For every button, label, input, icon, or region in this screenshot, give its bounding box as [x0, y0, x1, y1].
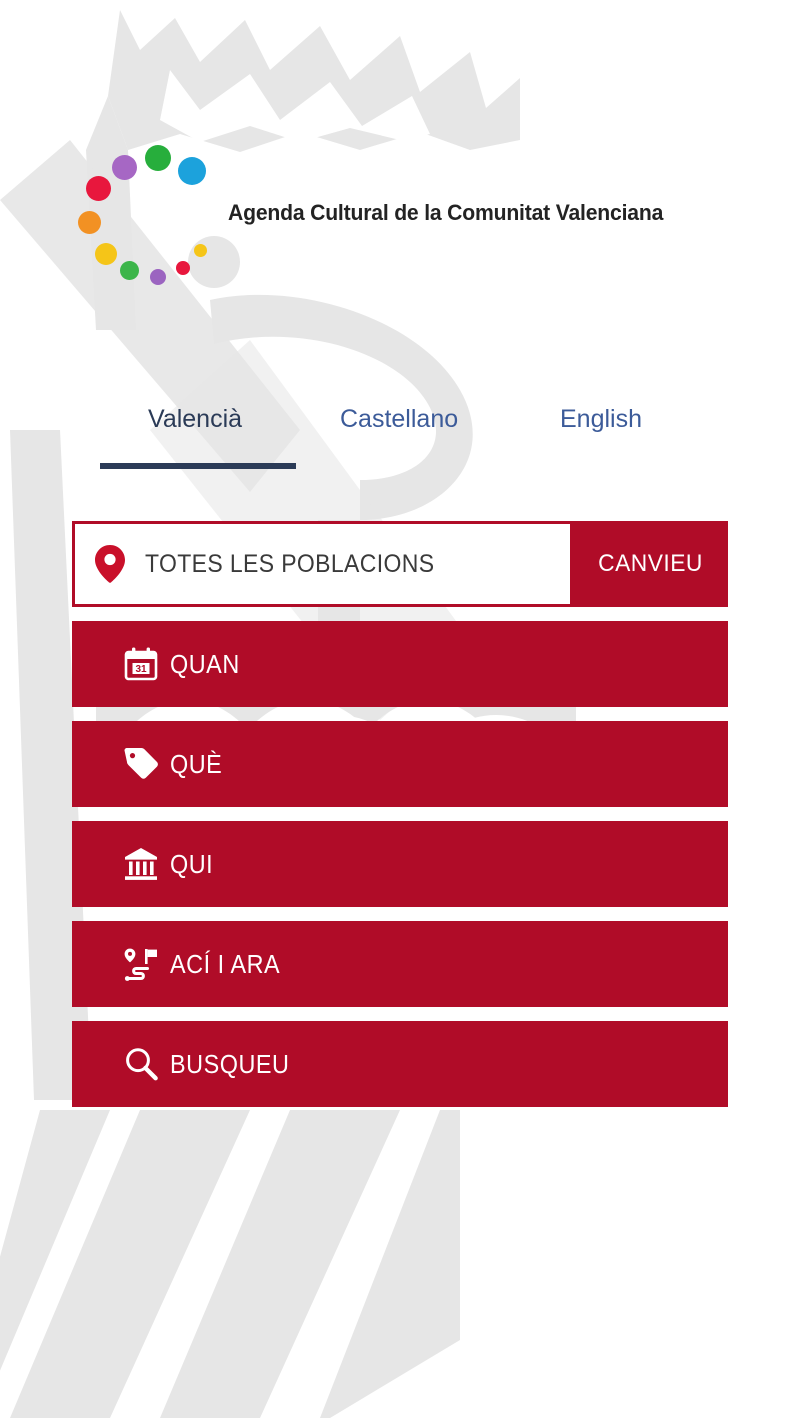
search-icon [106, 1047, 176, 1081]
menu-item-label: QUÈ [170, 748, 223, 779]
menu-item-busqueu[interactable]: BUSQUEU [72, 1021, 728, 1107]
calendar-icon: 31 [106, 647, 176, 681]
menu-item-quan[interactable]: 31 QUAN [72, 621, 728, 707]
page-header: Agenda Cultural de la Comunitat Valencia… [0, 0, 800, 380]
menu-item-qui[interactable]: QUI [72, 821, 728, 907]
main-menu: TOTES LES POBLACIONS CANVIEU 31 QUAN QUÈ… [72, 521, 728, 1107]
menu-item-que[interactable]: QUÈ [72, 721, 728, 807]
dot-yellow-left [95, 243, 117, 265]
menu-item-label: ACÍ I ARA [170, 948, 281, 979]
language-tabs: Valencià Castellano English [0, 405, 800, 475]
location-value: TOTES LES POBLACIONS [145, 549, 435, 578]
tab-english[interactable]: English [560, 405, 642, 434]
tab-castellano[interactable]: Castellano [340, 405, 458, 434]
menu-item-label: QUI [170, 848, 214, 879]
dot-green-bottom [120, 261, 139, 280]
page-title: Agenda Cultural de la Comunitat Valencia… [228, 200, 664, 225]
map-pin-icon [75, 545, 145, 583]
dot-green-top [145, 145, 171, 171]
museum-icon [106, 847, 176, 881]
dot-purple-upper [112, 155, 137, 180]
app-root: Agenda Cultural de la Comunitat Valencia… [0, 0, 800, 1418]
menu-item-aci-i-ara[interactable]: ACÍ I ARA [72, 921, 728, 1007]
dot-orange [78, 211, 101, 234]
dot-red [86, 176, 111, 201]
tag-icon [106, 747, 176, 781]
dot-red-small [176, 261, 190, 275]
change-location-button[interactable]: CANVIEU [577, 521, 724, 607]
dot-blue [178, 157, 206, 185]
route-icon [106, 947, 176, 981]
active-tab-underline [100, 463, 296, 469]
dot-yellow-right [194, 244, 207, 257]
menu-item-label: QUAN [170, 648, 240, 679]
location-selector-row: TOTES LES POBLACIONS CANVIEU [72, 521, 728, 607]
menu-item-label: BUSQUEU [170, 1048, 290, 1079]
svg-text:31: 31 [135, 664, 147, 675]
agenda-cultural-dots-logo [70, 128, 240, 293]
tab-valencia[interactable]: Valencià [148, 405, 242, 434]
location-input[interactable]: TOTES LES POBLACIONS [72, 521, 573, 607]
dot-purple-bottom [150, 269, 166, 285]
